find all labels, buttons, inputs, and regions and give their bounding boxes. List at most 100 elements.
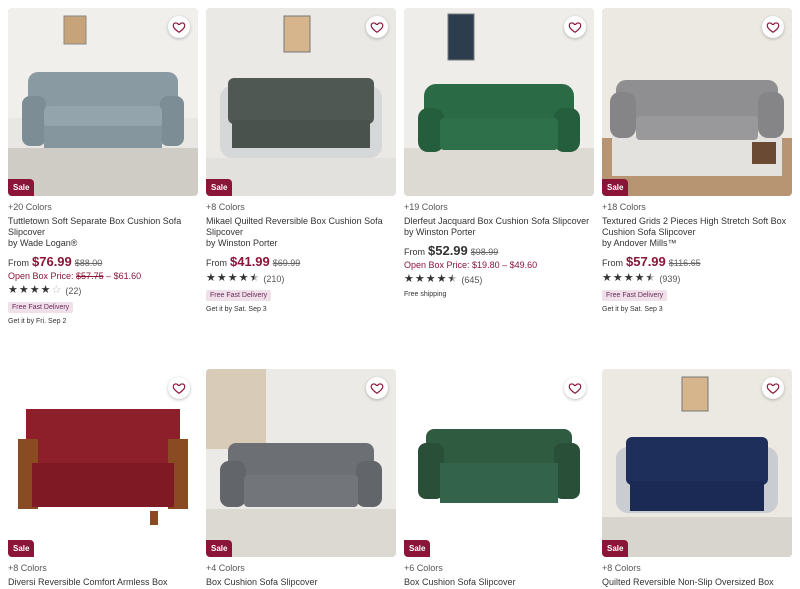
star-icon: ★ xyxy=(414,273,425,285)
product-title[interactable]: Diversi Reversible Comfort Armless Box xyxy=(8,577,198,588)
price-row: From $41.99 $69.99 xyxy=(206,254,396,269)
original-price: $98.99 xyxy=(470,247,499,257)
color-count[interactable]: +20 Colors xyxy=(8,202,198,212)
sale-badge: Sale xyxy=(404,540,431,557)
heart-outline-icon xyxy=(766,383,780,394)
star-icon: ★ xyxy=(436,273,447,285)
sale-badge: Sale xyxy=(8,179,35,196)
color-count[interactable]: +4 Colors xyxy=(206,563,396,573)
favorite-button[interactable] xyxy=(564,16,586,38)
product-image[interactable]: Sale xyxy=(602,8,792,196)
star-icon: ★ xyxy=(216,272,227,284)
product-title[interactable]: Mikael Quilted Reversible Box Cushion So… xyxy=(206,216,396,238)
product-title[interactable]: Tuttletown Soft Separate Box Cushion Sof… xyxy=(8,216,198,238)
sale-badge: Sale xyxy=(602,540,629,557)
color-count[interactable]: +6 Colors xyxy=(404,563,594,573)
sale-badge: Sale xyxy=(602,179,629,196)
star-half-icon: ★ xyxy=(249,272,260,284)
color-count[interactable]: +8 Colors xyxy=(8,563,198,573)
product-grid: Sale +20 Colors Tuttletown Soft Separate… xyxy=(0,0,800,589)
product-image[interactable] xyxy=(404,8,594,196)
sofa-image xyxy=(404,369,594,557)
product-card[interactable]: Sale +8 Colors Quilted Reversible Non-Sl… xyxy=(602,369,792,588)
review-count: (939) xyxy=(659,273,681,284)
product-image[interactable]: Sale xyxy=(404,369,594,557)
product-image[interactable]: Sale xyxy=(8,369,198,557)
review-count: (22) xyxy=(65,285,82,296)
product-title[interactable]: Dlerfeut Jacquard Box Cushion Sofa Slipc… xyxy=(404,216,594,227)
product-image[interactable]: Sale xyxy=(206,369,396,557)
product-title[interactable]: Quilted Reversible Non-Slip Oversized Bo… xyxy=(602,577,792,588)
product-image[interactable]: Sale xyxy=(602,369,792,557)
product-title[interactable]: Textured Grids 2 Pieces High Stretch Sof… xyxy=(602,216,792,238)
shipping-note: Free shipping xyxy=(404,291,447,298)
delivery-badge: Free Fast Delivery xyxy=(206,290,272,301)
color-count[interactable]: +8 Colors xyxy=(602,563,792,573)
star-icon: ★ xyxy=(425,273,436,285)
color-count[interactable]: +18 Colors xyxy=(602,202,792,212)
product-card[interactable]: Sale +8 Colors Diversi Reversible Comfor… xyxy=(8,369,198,588)
price-row: From $57.99 $116.65 xyxy=(602,254,792,269)
sale-price: $76.99 xyxy=(32,254,72,269)
star-icon: ★ xyxy=(612,272,623,284)
product-brand[interactable]: by Andover Mills™ xyxy=(602,238,792,248)
color-count[interactable]: +8 Colors xyxy=(206,202,396,212)
price-row: From $76.99 $88.00 xyxy=(8,254,198,269)
rating[interactable]: ★ ★ ★ ★ ★ (645) xyxy=(404,274,594,285)
product-title[interactable]: Box Cushion Sofa Slipcover xyxy=(206,577,396,588)
sale-badge: Sale xyxy=(206,179,233,196)
favorite-button[interactable] xyxy=(564,377,586,399)
favorite-button[interactable] xyxy=(168,377,190,399)
delivery-date: Get it by Sat. Sep 3 xyxy=(602,306,663,313)
product-card[interactable]: Sale +8 Colors Mikael Quilted Reversible… xyxy=(206,8,396,313)
heart-outline-icon xyxy=(568,383,582,394)
favorite-button[interactable] xyxy=(762,377,784,399)
star-icon: ★ xyxy=(602,272,612,284)
product-title[interactable]: Box Cushion Sofa Slipcover xyxy=(404,577,594,588)
product-brand[interactable]: by Winston Porter xyxy=(404,227,594,237)
favorite-button[interactable] xyxy=(366,16,388,38)
star-half-icon: ★ xyxy=(447,273,458,285)
product-brand[interactable]: by Winston Porter xyxy=(206,238,396,248)
star-half-icon: ★ xyxy=(645,272,656,284)
star-icon: ★ xyxy=(227,272,238,284)
product-image[interactable]: Sale xyxy=(8,8,198,196)
sofa-image xyxy=(404,8,594,196)
delivery-date: Get it by Fri. Sep 2 xyxy=(8,318,67,325)
star-icon: ★ xyxy=(40,284,51,296)
star-icon: ★ xyxy=(623,272,634,284)
rating[interactable]: ★ ★ ★ ★ ★ (210) xyxy=(206,273,396,284)
product-brand[interactable]: by Wade Logan® xyxy=(8,238,198,248)
color-count[interactable]: +19 Colors xyxy=(404,202,594,212)
product-card[interactable]: Sale +20 Colors Tuttletown Soft Separate… xyxy=(8,8,198,325)
favorite-button[interactable] xyxy=(366,377,388,399)
star-icon: ★ xyxy=(238,272,249,284)
heart-outline-icon xyxy=(172,22,186,33)
rating[interactable]: ★ ★ ★ ★ ☆ (22) xyxy=(8,285,198,296)
favorite-button[interactable] xyxy=(168,16,190,38)
favorite-button[interactable] xyxy=(762,16,784,38)
product-card[interactable]: Sale +6 Colors Box Cushion Sofa Slipcove… xyxy=(404,369,594,588)
delivery-date: Get it by Sat. Sep 3 xyxy=(206,306,267,313)
product-card[interactable]: Sale +4 Colors Box Cushion Sofa Slipcove… xyxy=(206,369,396,588)
star-icon: ★ xyxy=(206,272,216,284)
sale-badge: Sale xyxy=(8,540,35,557)
heart-outline-icon xyxy=(766,22,780,33)
rating[interactable]: ★ ★ ★ ★ ★ (939) xyxy=(602,273,792,284)
sofa-image xyxy=(206,369,396,557)
open-box-price: Open Box Price: $57.75 – $61.60 xyxy=(8,271,142,281)
heart-outline-icon xyxy=(172,383,186,394)
review-count: (210) xyxy=(263,273,285,284)
delivery-badge: Free Fast Delivery xyxy=(602,290,668,301)
sofa-image xyxy=(206,8,396,196)
star-icon: ★ xyxy=(8,284,18,296)
price-prefix: From xyxy=(8,258,29,268)
product-card[interactable]: Sale +18 Colors Textured Grids 2 Pieces … xyxy=(602,8,792,313)
sale-badge: Sale xyxy=(206,540,233,557)
price-prefix: From xyxy=(602,258,623,268)
product-card[interactable]: +19 Colors Dlerfeut Jacquard Box Cushion… xyxy=(404,8,594,298)
delivery-badge: Free Fast Delivery xyxy=(8,302,74,313)
product-image[interactable]: Sale xyxy=(206,8,396,196)
star-icon: ★ xyxy=(404,273,414,285)
star-icon: ★ xyxy=(634,272,645,284)
